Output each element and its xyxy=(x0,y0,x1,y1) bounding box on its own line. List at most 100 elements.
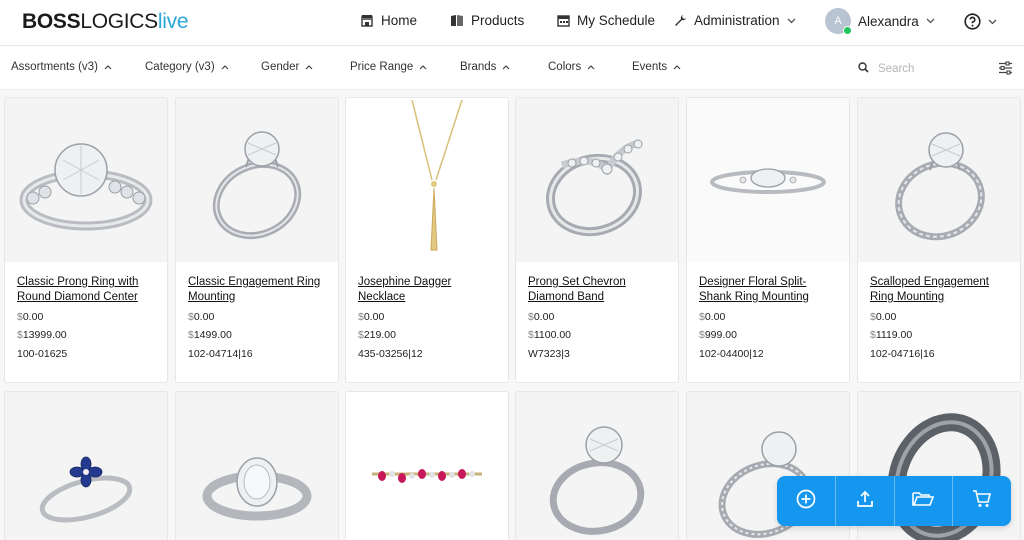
add-button[interactable] xyxy=(777,476,836,526)
cart-button[interactable] xyxy=(953,476,1011,526)
chevron-up-icon xyxy=(587,61,595,73)
product-sku: 102-04714|16 xyxy=(188,348,253,360)
top-navigation: BOSSLOGICSlive Home Products My Schedule… xyxy=(0,0,1024,46)
chevron-up-icon xyxy=(305,61,313,73)
product-card[interactable]: Prong Set Chevron Diamond Band $0.00 $11… xyxy=(515,97,679,383)
product-card[interactable] xyxy=(4,391,168,540)
product-image[interactable] xyxy=(516,98,678,262)
product-name[interactable]: Josephine Dagger Necklace xyxy=(358,275,496,306)
filter-price-range[interactable]: Price Range xyxy=(350,61,427,73)
search-input[interactable] xyxy=(878,63,978,75)
chevron-down-icon xyxy=(988,19,997,25)
product-card[interactable] xyxy=(515,391,679,540)
upload-icon xyxy=(855,489,875,514)
chevron-up-icon xyxy=(502,61,510,73)
upload-button[interactable] xyxy=(836,476,895,526)
product-image[interactable] xyxy=(176,98,338,262)
product-name[interactable]: Scalloped Engagement Ring Mounting xyxy=(870,275,1008,306)
product-card[interactable]: Josephine Dagger Necklace $0.00 $219.00 … xyxy=(345,97,509,383)
filter-assortments[interactable]: Assortments (v3) xyxy=(11,61,112,73)
product-name[interactable]: Prong Set Chevron Diamond Band xyxy=(528,275,666,306)
filter-events[interactable]: Events xyxy=(632,61,681,73)
filter-brands[interactable]: Brands xyxy=(460,61,510,73)
book-icon xyxy=(450,14,464,27)
filter-label: Brands xyxy=(460,61,497,73)
product-image[interactable] xyxy=(5,392,167,540)
search-icon xyxy=(858,60,869,78)
filter-colors[interactable]: Colors xyxy=(548,61,595,73)
nav-schedule-label: My Schedule xyxy=(577,13,656,28)
product-price-secondary: $1119.00 xyxy=(870,329,913,341)
online-status-dot xyxy=(843,26,852,35)
nav-administration[interactable]: Administration xyxy=(674,13,796,28)
bracelet-icon xyxy=(372,469,482,483)
product-card[interactable] xyxy=(345,391,509,540)
user-menu[interactable]: A Alexandra xyxy=(825,8,935,35)
product-price-secondary: $13999.00 xyxy=(17,329,67,341)
product-image[interactable] xyxy=(346,392,508,540)
product-card[interactable]: Designer Floral Split-Shank Ring Mountin… xyxy=(686,97,850,383)
necklace-icon xyxy=(411,100,463,251)
sliders-icon xyxy=(998,61,1013,79)
ring-icon xyxy=(39,456,133,523)
nav-home[interactable]: Home xyxy=(360,13,417,28)
ring-icon xyxy=(19,143,153,231)
filter-label: Category (v3) xyxy=(145,61,215,73)
chevron-up-icon xyxy=(673,61,681,73)
ring-icon xyxy=(202,457,312,521)
product-image[interactable] xyxy=(5,98,167,262)
product-price-primary: $0.00 xyxy=(358,311,385,323)
nav-products[interactable]: Products xyxy=(450,13,524,28)
product-grid: Classic Prong Ring with Round Diamond Ce… xyxy=(0,90,1024,540)
nav-products-label: Products xyxy=(471,13,525,28)
product-name[interactable]: Designer Floral Split-Shank Ring Mountin… xyxy=(699,275,837,306)
product-card[interactable]: Classic Engagement Ring Mounting $0.00 $… xyxy=(175,97,339,383)
ring-icon xyxy=(895,132,985,241)
filter-category[interactable]: Category (v3) xyxy=(145,61,229,73)
avatar: A xyxy=(825,8,852,35)
product-price-secondary: $999.00 xyxy=(699,329,737,341)
band-icon xyxy=(545,139,643,237)
nav-my-schedule[interactable]: My Schedule xyxy=(557,13,655,28)
store-icon xyxy=(360,14,374,27)
product-price-secondary: $219.00 xyxy=(358,329,396,341)
product-image[interactable] xyxy=(858,98,1020,262)
filter-label: Price Range xyxy=(350,61,414,73)
filter-label: Events xyxy=(632,61,668,73)
nav-home-label: Home xyxy=(381,13,418,28)
product-sku: 102-04400|12 xyxy=(699,348,764,360)
product-sku: 100-01625 xyxy=(17,348,68,360)
product-card[interactable]: Classic Prong Ring with Round Diamond Ce… xyxy=(4,97,168,383)
product-sku: 435-03256|12 xyxy=(358,348,423,360)
user-name: Alexandra xyxy=(858,13,919,29)
app-logo[interactable]: BOSSLOGICSlive xyxy=(22,10,189,34)
product-name[interactable]: Classic Engagement Ring Mounting xyxy=(188,275,326,306)
chevron-down-icon xyxy=(787,18,796,24)
filter-bar: Assortments (v3) Category (v3) Gender Pr… xyxy=(0,46,1024,90)
wrench-icon xyxy=(674,14,687,27)
chevron-up-icon xyxy=(104,61,112,73)
product-card[interactable]: Scalloped Engagement Ring Mounting $0.00… xyxy=(857,97,1021,383)
product-image[interactable] xyxy=(516,392,678,540)
ring-icon xyxy=(710,168,826,194)
open-folder-button[interactable] xyxy=(895,476,954,526)
floating-action-bar xyxy=(777,476,1011,526)
product-name[interactable]: Classic Prong Ring with Round Diamond Ce… xyxy=(17,275,155,306)
ring-icon xyxy=(549,426,645,535)
help-menu[interactable] xyxy=(964,13,997,30)
product-image[interactable] xyxy=(176,392,338,540)
product-card[interactable] xyxy=(175,391,339,540)
product-price-primary: $0.00 xyxy=(870,311,897,323)
cart-icon xyxy=(972,489,992,514)
filter-label: Colors xyxy=(548,61,582,73)
product-image[interactable] xyxy=(687,98,849,262)
folder-open-icon xyxy=(912,490,935,513)
search-box xyxy=(858,60,978,78)
product-price-primary: $0.00 xyxy=(17,311,44,323)
nav-administration-label: Administration xyxy=(694,13,780,28)
product-image[interactable] xyxy=(346,98,508,262)
filter-settings-button[interactable] xyxy=(998,61,1013,80)
help-icon xyxy=(964,13,981,30)
product-price-primary: $0.00 xyxy=(188,311,215,323)
filter-gender[interactable]: Gender xyxy=(261,61,313,73)
